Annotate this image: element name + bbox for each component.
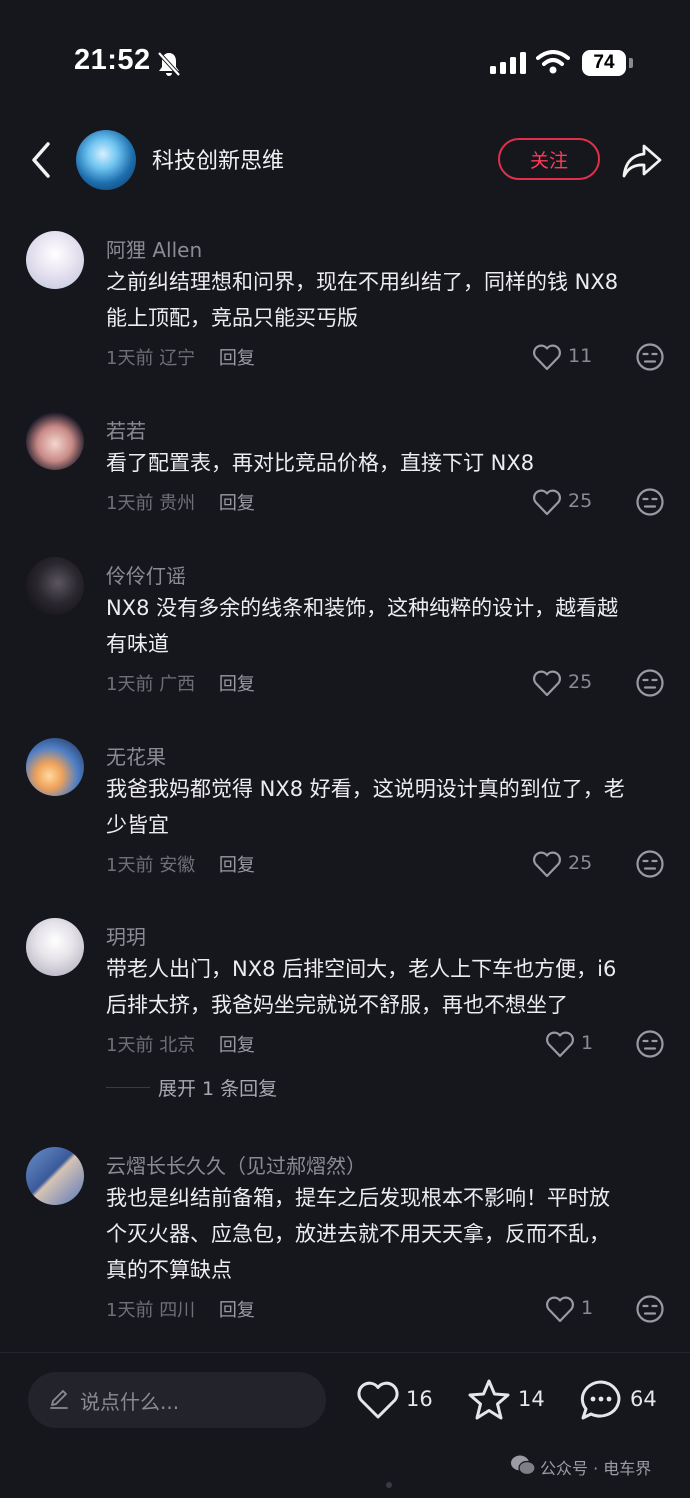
comment-text: 我爸我妈都觉得 NX8 好看，这说明设计真的到位了，老 少皆宜 bbox=[106, 777, 625, 837]
heart-icon[interactable] bbox=[545, 1295, 575, 1323]
dislike-face-icon[interactable] bbox=[635, 668, 665, 698]
avatar[interactable] bbox=[26, 918, 84, 976]
dislike-face-icon[interactable] bbox=[635, 1294, 665, 1324]
avatar[interactable] bbox=[26, 738, 84, 796]
home-indicator bbox=[386, 1482, 392, 1488]
battery-level: 74 bbox=[593, 52, 615, 73]
comment-location: 安徽 bbox=[159, 855, 196, 876]
heart-icon[interactable] bbox=[545, 1030, 575, 1058]
comment-time: 1天前 bbox=[106, 1035, 154, 1056]
comment-location: 广西 bbox=[159, 674, 196, 695]
comment-meta: 1天前 广西 回复 bbox=[106, 670, 255, 696]
comment-time: 1天前 bbox=[106, 1300, 154, 1321]
post-favorite-count: 14 bbox=[518, 1387, 545, 1411]
post-comment-count: 64 bbox=[630, 1387, 657, 1411]
like-count: 1 bbox=[581, 1032, 594, 1054]
comment-username[interactable]: 若若 bbox=[106, 415, 146, 444]
share-icon[interactable] bbox=[620, 138, 664, 182]
follow-button[interactable]: 关注 bbox=[498, 138, 600, 180]
cellular-signal-icon bbox=[490, 52, 526, 74]
heart-icon[interactable] bbox=[356, 1380, 400, 1420]
heart-icon[interactable] bbox=[532, 488, 562, 516]
post-like-count: 16 bbox=[406, 1387, 433, 1411]
battery-tip bbox=[629, 58, 633, 68]
comment-location: 北京 bbox=[159, 1035, 196, 1056]
wechat-icon bbox=[511, 1455, 536, 1476]
star-icon[interactable] bbox=[466, 1378, 512, 1422]
comment-location: 四川 bbox=[159, 1300, 196, 1321]
comment-text: NX8 没有多余的线条和装饰，这种纯粹的设计，越看越 有味道 bbox=[106, 596, 619, 656]
comment-time: 1天前 bbox=[106, 493, 154, 514]
comment-username[interactable]: 无花果 bbox=[106, 741, 166, 770]
watermark-text: 公众号 · 电车界 bbox=[540, 1459, 652, 1478]
comment-meta: 1天前 贵州 回复 bbox=[106, 489, 255, 515]
like-count: 25 bbox=[568, 490, 593, 512]
avatar[interactable] bbox=[26, 231, 84, 289]
avatar[interactable] bbox=[26, 557, 84, 615]
battery-icon: 74 bbox=[582, 50, 626, 76]
channel-title[interactable]: 科技创新思维 bbox=[152, 143, 284, 175]
reply-button[interactable]: 回复 bbox=[219, 348, 255, 369]
comment-location: 辽宁 bbox=[159, 348, 196, 369]
comment-bubble-icon[interactable] bbox=[578, 1378, 624, 1422]
reply-button[interactable]: 回复 bbox=[219, 674, 255, 695]
dislike-face-icon[interactable] bbox=[635, 342, 665, 372]
expand-replies-button[interactable]: 展开 1 条回复 bbox=[158, 1074, 277, 1101]
like-count: 25 bbox=[568, 852, 593, 874]
comment-input-placeholder[interactable]: 说点什么... bbox=[80, 1386, 179, 1415]
channel-avatar[interactable] bbox=[76, 130, 136, 190]
avatar[interactable] bbox=[26, 412, 84, 470]
comment-text: 看了配置表，再对比竞品价格，直接下订 NX8 bbox=[106, 451, 535, 475]
bell-muted-icon bbox=[157, 51, 181, 77]
wifi-icon bbox=[536, 50, 570, 74]
comment-text: 我也是纠结前备箱，提车之后发现根本不影响！平时放 个灭火器、应急包，放进去就不用… bbox=[106, 1186, 610, 1282]
dislike-face-icon[interactable] bbox=[635, 1029, 665, 1059]
comment-time: 1天前 bbox=[106, 348, 154, 369]
bottom-divider bbox=[0, 1352, 690, 1353]
dislike-face-icon[interactable] bbox=[635, 849, 665, 879]
comment-time: 1天前 bbox=[106, 674, 154, 695]
comment-username[interactable]: 云熠长长久久（见过郝熠然） bbox=[106, 1150, 366, 1179]
reply-button[interactable]: 回复 bbox=[219, 1300, 255, 1321]
heart-icon[interactable] bbox=[532, 669, 562, 697]
comment-meta: 1天前 四川 回复 bbox=[106, 1296, 255, 1322]
like-count: 1 bbox=[581, 1297, 594, 1319]
back-icon[interactable] bbox=[22, 138, 62, 182]
comment-text: 之前纠结理想和问界，现在不用纠结了，同样的钱 NX8 能上顶配，竞品只能买丐版 bbox=[106, 270, 619, 330]
comment-text: 带老人出门，NX8 后排空间大，老人上下车也方便，i6 后排太挤，我爸妈坐完就说… bbox=[106, 957, 617, 1017]
comment-time: 1天前 bbox=[106, 855, 154, 876]
comment-meta: 1天前 安徽 回复 bbox=[106, 851, 255, 877]
like-count: 11 bbox=[568, 345, 593, 367]
expand-divider bbox=[106, 1087, 150, 1088]
comment-username[interactable]: 阿狸 Allen bbox=[106, 234, 202, 263]
reply-button[interactable]: 回复 bbox=[219, 855, 255, 876]
reply-button[interactable]: 回复 bbox=[219, 493, 255, 514]
status-time: 21:52 bbox=[74, 44, 151, 76]
heart-icon[interactable] bbox=[532, 343, 562, 371]
like-count: 25 bbox=[568, 671, 593, 693]
heart-icon[interactable] bbox=[532, 850, 562, 878]
avatar[interactable] bbox=[26, 1147, 84, 1205]
reply-button[interactable]: 回复 bbox=[219, 1035, 255, 1056]
dislike-face-icon[interactable] bbox=[635, 487, 665, 517]
comment-username[interactable]: 伶伶仃谣 bbox=[106, 560, 186, 589]
comment-meta: 1天前 辽宁 回复 bbox=[106, 344, 255, 370]
comment-username[interactable]: 玥玥 bbox=[106, 921, 146, 950]
pencil-icon bbox=[50, 1390, 68, 1409]
comment-location: 贵州 bbox=[159, 493, 196, 514]
comment-meta: 1天前 北京 回复 bbox=[106, 1031, 255, 1057]
